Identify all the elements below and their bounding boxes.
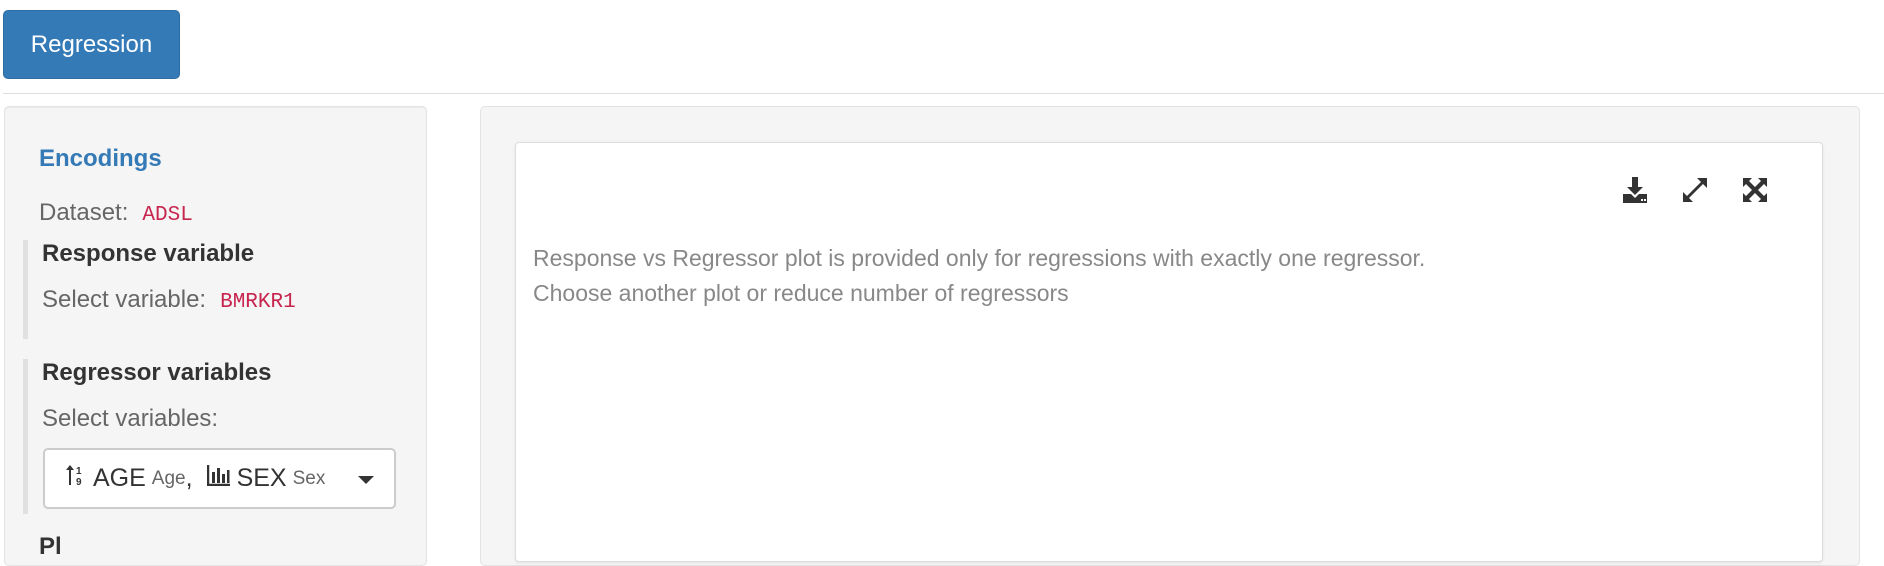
regressor-item-label: Sex [292, 467, 326, 489]
tab-regression[interactable]: Regression [3, 10, 180, 79]
encodings-title: Encodings [39, 145, 162, 172]
chevron-down-icon [358, 476, 374, 484]
dataset-row: Dataset: ADSL [39, 199, 193, 227]
svg-text:1: 1 [76, 466, 82, 477]
numeric-icon: 1 9 [65, 463, 87, 494]
response-value[interactable]: BMRKR1 [220, 291, 296, 314]
regressor-separator: , [185, 464, 193, 492]
regressor-picker[interactable]: 1 9 AGE Age , SEX Sex [43, 448, 396, 509]
plot-settings-title-partial: Pl [39, 533, 62, 560]
response-select-row: Select variable: BMRKR1 [42, 286, 296, 314]
regressor-variables-title: Regressor variables [42, 359, 272, 386]
bar-chart-icon [206, 464, 231, 493]
regressor-item-name: AGE [93, 464, 146, 492]
tab-divider [3, 93, 1884, 94]
encodings-panel: Encodings Dataset: ADSL Response variabl… [4, 106, 427, 566]
expand-icon[interactable] [1678, 173, 1712, 207]
dataset-value: ADSL [142, 204, 193, 227]
regressor-item-label: Age [151, 467, 186, 489]
response-variable-group: Response variable Select variable: BMRKR… [23, 240, 413, 339]
regressor-select-label: Select variables: [42, 405, 219, 432]
response-variable-title: Response variable [42, 240, 255, 267]
dataset-label: Dataset: [39, 199, 129, 226]
plot-message-line1: Response vs Regressor plot is provided o… [533, 245, 1426, 271]
plot-card: Response vs Regressor plot is provided o… [515, 142, 1823, 562]
regressor-item-name: SEX [236, 464, 287, 492]
download-icon[interactable] [1618, 173, 1652, 207]
plot-message-line2: Choose another plot or reduce number of … [533, 280, 1069, 306]
svg-text:9: 9 [76, 477, 82, 487]
fullscreen-icon[interactable] [1738, 173, 1772, 207]
response-select-label: Select variable: [42, 286, 207, 313]
